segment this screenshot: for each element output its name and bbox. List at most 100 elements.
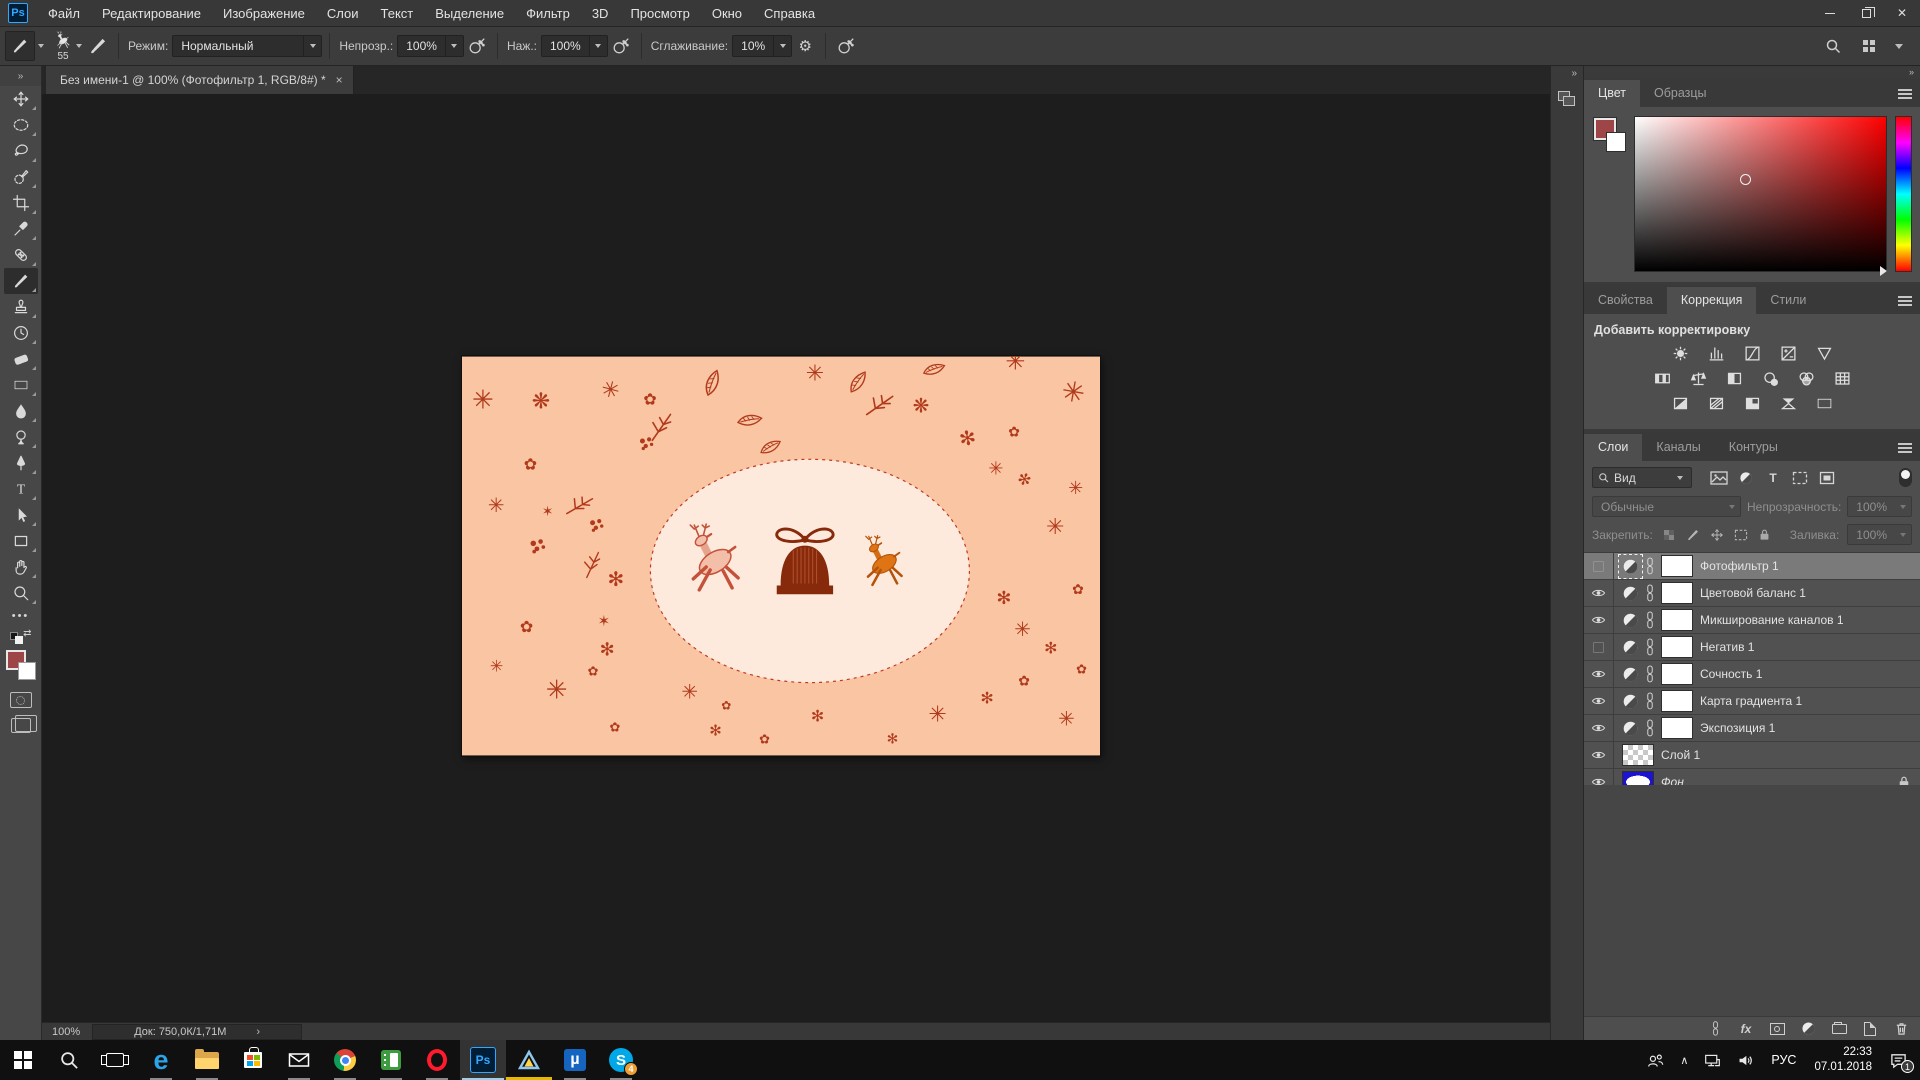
color-lookup-adjustment-icon[interactable] xyxy=(1831,369,1853,387)
volume-icon[interactable] xyxy=(1729,1040,1762,1080)
default-swap-colors[interactable]: ⇄ xyxy=(10,628,32,644)
layer-visibility-toggle[interactable] xyxy=(1584,688,1614,714)
filter-shape-layers-icon[interactable] xyxy=(1791,470,1809,486)
layer-style-icon[interactable]: fx xyxy=(1737,1021,1755,1037)
tab-close-icon[interactable]: × xyxy=(336,73,343,87)
adjustment-layer-icon[interactable] xyxy=(1622,612,1639,629)
layer-fill-select[interactable]: 100% xyxy=(1847,524,1912,545)
edge-taskbar-icon[interactable]: e xyxy=(138,1040,184,1080)
layer-mask-thumbnail[interactable] xyxy=(1661,636,1693,658)
layers-tab-Контуры[interactable]: Контуры xyxy=(1715,434,1792,461)
panel-background-swatch[interactable] xyxy=(1606,132,1626,152)
filter-pixel-layers-icon[interactable] xyxy=(1710,470,1728,486)
layer-visibility-toggle[interactable] xyxy=(1584,580,1614,606)
hue-slider[interactable] xyxy=(1895,116,1912,272)
menu-item-1[interactable]: Редактирование xyxy=(91,0,212,26)
layer-mask-thumbnail[interactable] xyxy=(1661,690,1693,712)
start-taskbar-icon[interactable] xyxy=(0,1040,46,1080)
airbrush-opacity-icon[interactable] xyxy=(464,33,490,59)
quick-mask-button[interactable] xyxy=(10,692,32,708)
arrowapp-taskbar-icon[interactable] xyxy=(506,1040,552,1080)
minimize-button[interactable] xyxy=(1812,0,1848,26)
people-icon[interactable] xyxy=(1639,1040,1672,1080)
layer-visibility-toggle[interactable] xyxy=(1584,607,1614,633)
background-color-swatch[interactable] xyxy=(18,662,36,680)
filter-adjustment-layers-icon[interactable] xyxy=(1737,470,1755,486)
menu-item-2[interactable]: Изображение xyxy=(212,0,316,26)
history-brush-tool[interactable] xyxy=(4,320,38,346)
explorer-taskbar-icon[interactable] xyxy=(184,1040,230,1080)
current-tool-button[interactable] xyxy=(5,31,35,61)
layer-mask-thumbnail[interactable] xyxy=(1661,717,1693,739)
new-adjustment-layer-icon[interactable] xyxy=(1799,1021,1817,1037)
layers-tab-Каналы[interactable]: Каналы xyxy=(1642,434,1714,461)
network-icon[interactable] xyxy=(1696,1040,1729,1080)
status-chevron-icon[interactable]: › xyxy=(256,1026,260,1038)
color-picker-ring[interactable] xyxy=(1740,174,1751,185)
utorrent-taskbar-icon[interactable]: µ xyxy=(552,1040,598,1080)
adjustments-tab-Стили[interactable]: Стили xyxy=(1756,287,1820,314)
workspace-caret[interactable] xyxy=(1895,44,1903,49)
eyedropper-tool[interactable] xyxy=(4,216,38,242)
add-mask-icon[interactable] xyxy=(1768,1021,1786,1037)
layer-visibility-toggle[interactable] xyxy=(1584,769,1614,785)
menu-item-3[interactable]: Слои xyxy=(316,0,370,26)
brush-panel-toggle[interactable] xyxy=(85,33,111,59)
selective-color-adjustment-icon[interactable] xyxy=(1777,394,1799,412)
brush-preset-caret[interactable] xyxy=(76,44,82,48)
status-doc-sizes[interactable]: Док: 750,0К/1,71М › xyxy=(92,1024,302,1040)
threshold-adjustment-icon[interactable] xyxy=(1741,394,1763,412)
tool-preset-caret[interactable] xyxy=(38,44,44,48)
color-tab-Образцы[interactable]: Образцы xyxy=(1640,80,1721,107)
layer-row[interactable]: Фотофильтр 1 xyxy=(1584,553,1920,580)
airbrush-flow-icon[interactable] xyxy=(608,33,634,59)
search-icon[interactable] xyxy=(1820,33,1846,59)
menu-item-5[interactable]: Выделение xyxy=(424,0,515,26)
link-layers-icon[interactable] xyxy=(1706,1021,1724,1037)
layer-row[interactable]: Карта градиента 1 xyxy=(1584,688,1920,715)
search-taskbar-icon[interactable] xyxy=(46,1040,92,1080)
adjustments-tab-Коррекция[interactable]: Коррекция xyxy=(1667,287,1756,314)
color-balance-adjustment-icon[interactable] xyxy=(1687,369,1709,387)
collapsed-panel-icon[interactable] xyxy=(1558,91,1576,107)
menu-item-7[interactable]: 3D xyxy=(581,0,620,26)
filter-on-off-toggle[interactable] xyxy=(1899,468,1912,487)
hand-tool[interactable] xyxy=(4,554,38,580)
layer-opacity-select[interactable]: 100% xyxy=(1847,496,1912,517)
path-select-tool[interactable] xyxy=(4,502,38,528)
document-tab[interactable]: Без имени-1 @ 100% (Фотофильтр 1, RGB/8#… xyxy=(46,66,354,94)
layer-visibility-toggle[interactable] xyxy=(1584,742,1614,768)
marquee-tool[interactable] xyxy=(4,112,38,138)
menu-item-0[interactable]: Файл xyxy=(37,0,91,26)
curves-adjustment-icon[interactable] xyxy=(1741,344,1763,362)
layer-mask-thumbnail[interactable] xyxy=(1661,555,1693,577)
layer-blend-mode-select[interactable]: Обычные xyxy=(1592,496,1741,517)
action-center-icon[interactable]: 1 xyxy=(1881,1040,1920,1080)
brush-preset-picker[interactable]: 55 xyxy=(53,31,73,62)
new-group-icon[interactable] xyxy=(1830,1021,1848,1037)
adjustment-layer-icon[interactable] xyxy=(1622,639,1639,656)
flow-select[interactable]: 100% xyxy=(541,35,608,57)
lock-all-icon[interactable] xyxy=(1757,527,1773,542)
lasso-tool[interactable] xyxy=(4,138,38,164)
store-taskbar-icon[interactable] xyxy=(230,1040,276,1080)
eraser-tool[interactable] xyxy=(4,346,38,372)
layer-thumbnail[interactable] xyxy=(1622,744,1654,766)
zoom-tool[interactable] xyxy=(4,580,38,606)
layer-row[interactable]: Сочность 1 xyxy=(1584,661,1920,688)
type-tool[interactable] xyxy=(4,476,38,502)
chrome-taskbar-icon[interactable] xyxy=(322,1040,368,1080)
opacity-select[interactable]: 100% xyxy=(397,35,464,57)
black-white-adjustment-icon[interactable] xyxy=(1723,369,1745,387)
exposure-adjustment-icon[interactable] xyxy=(1777,344,1799,362)
levels-adjustment-icon[interactable] xyxy=(1705,344,1727,362)
new-layer-icon[interactable] xyxy=(1861,1021,1879,1037)
invert-adjustment-icon[interactable] xyxy=(1669,394,1691,412)
brightness-adjustment-icon[interactable] xyxy=(1669,344,1691,362)
skype-taskbar-icon[interactable]: S4 xyxy=(598,1040,644,1080)
healing-tool[interactable] xyxy=(4,242,38,268)
menu-item-6[interactable]: Фильтр xyxy=(515,0,581,26)
status-zoom-level[interactable]: 100% xyxy=(42,1026,92,1038)
quick-select-tool[interactable] xyxy=(4,164,38,190)
color-swatches[interactable] xyxy=(6,650,36,680)
